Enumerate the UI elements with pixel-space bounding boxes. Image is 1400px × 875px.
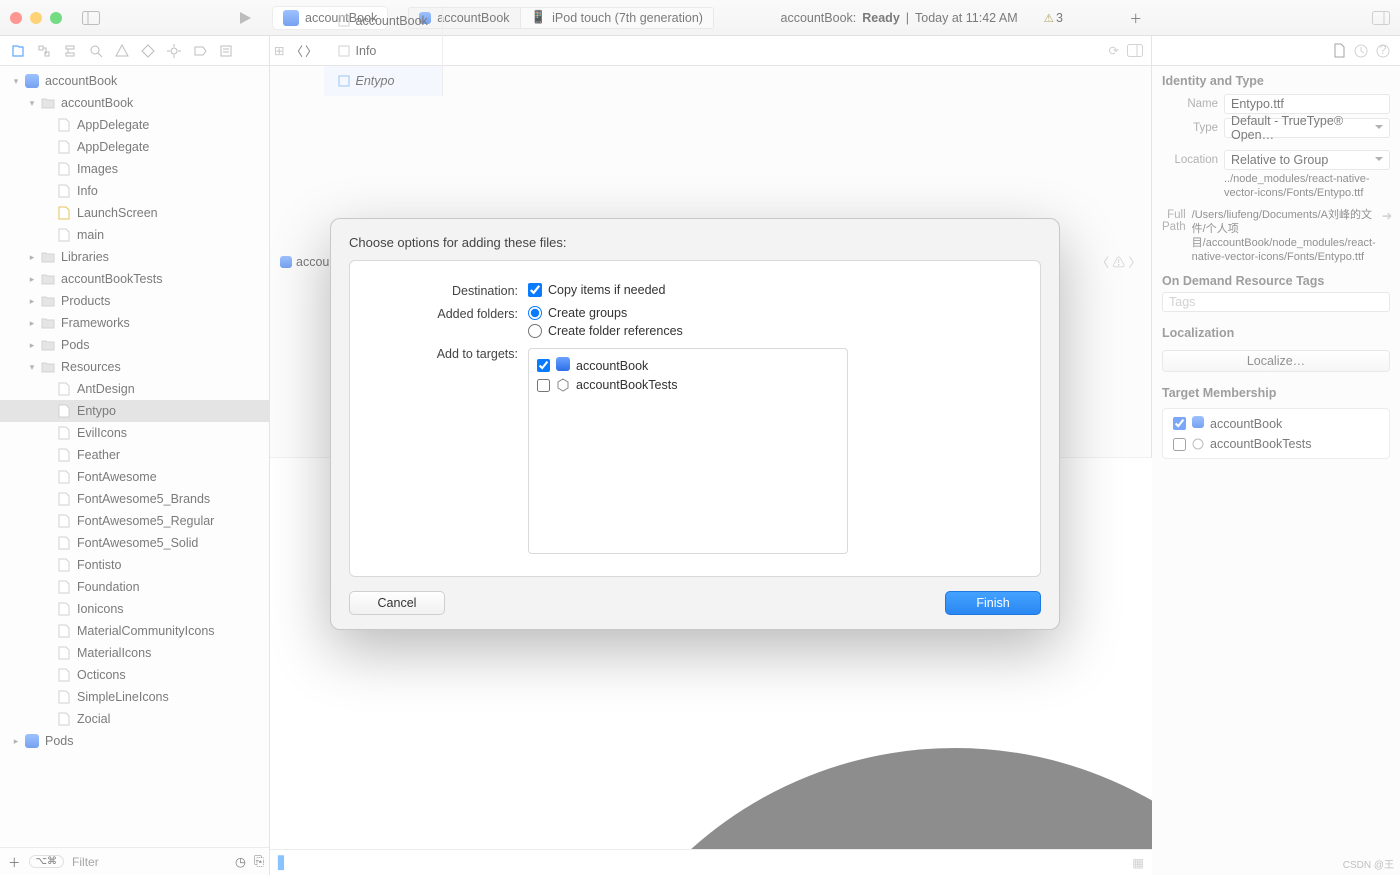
sheet-title: Choose options for adding these files: bbox=[349, 235, 1041, 250]
destination-label: Destination: bbox=[370, 283, 528, 298]
added-folders-label: Added folders: bbox=[370, 306, 528, 321]
target-icon bbox=[556, 357, 570, 374]
finish-button[interactable]: Finish bbox=[945, 591, 1041, 615]
create-groups-radio[interactable]: Create groups bbox=[528, 306, 1020, 320]
copy-items-checkbox[interactable]: Copy items if needed bbox=[528, 283, 1020, 297]
add-to-targets-label: Add to targets: bbox=[370, 346, 528, 361]
watermark: CSDN @王 bbox=[1343, 856, 1394, 871]
target-label: accountBook bbox=[576, 359, 648, 373]
target-label: accountBookTests bbox=[576, 378, 677, 392]
target-row[interactable]: accountBook bbox=[537, 355, 839, 376]
cancel-button[interactable]: Cancel bbox=[349, 591, 445, 615]
create-folder-refs-radio[interactable]: Create folder references bbox=[528, 324, 1020, 338]
add-files-sheet: Choose options for adding these files: D… bbox=[330, 218, 1060, 630]
target-icon bbox=[556, 378, 570, 392]
target-row[interactable]: accountBookTests bbox=[537, 376, 839, 394]
